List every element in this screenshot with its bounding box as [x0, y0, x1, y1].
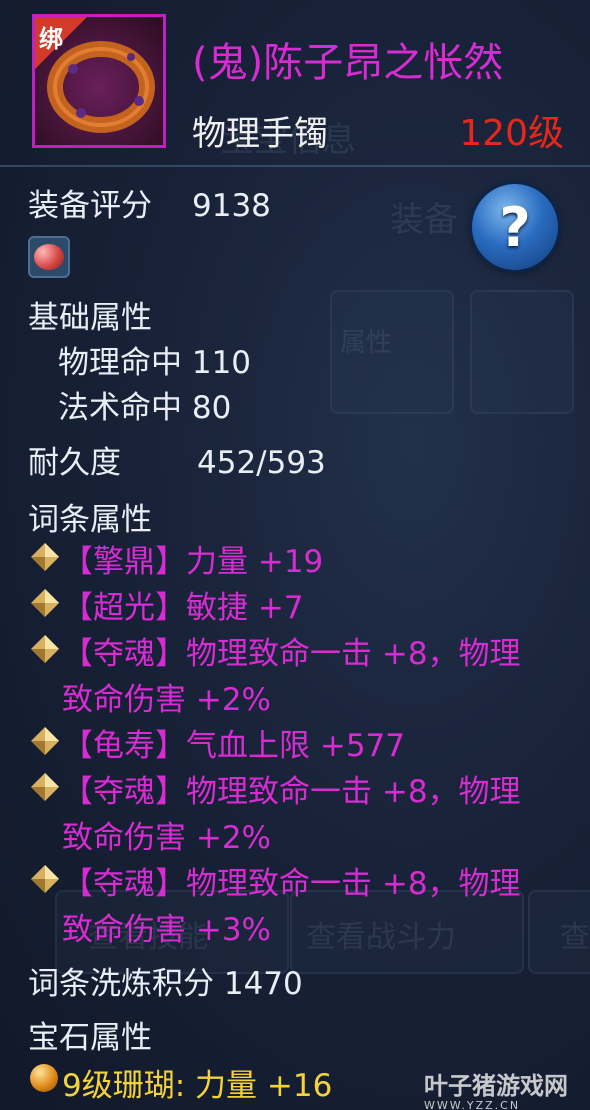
base-attributes-title: 基础属性	[28, 300, 152, 336]
affix-line: 【夺魂】物理致命一击 +8，物理	[62, 774, 521, 810]
gem-orb-icon	[30, 1064, 58, 1092]
background-text: 查	[560, 920, 590, 955]
affix-line: 【夺魂】物理致命一击 +8，物理	[62, 636, 521, 672]
item-level: 120级	[459, 113, 564, 154]
durability-value: 452/593	[197, 445, 326, 481]
diamond-bullet-icon	[31, 773, 59, 801]
gem-slot-icon[interactable]	[28, 236, 70, 278]
item-name: (鬼)陈子昂之怅然	[192, 40, 504, 86]
score-label: 装备评分	[28, 188, 152, 224]
diamond-bullet-icon	[31, 543, 59, 571]
bind-badge-label: 绑	[39, 25, 63, 53]
diamond-bullet-icon	[31, 727, 59, 755]
background-text: 属性	[340, 328, 393, 358]
refine-value: 1470	[223, 966, 303, 1002]
watermark-logo: 叶子猪游戏网 WWW.YZZ.CN	[424, 1066, 568, 1110]
gem-line: 9级珊瑚: 力量 +16	[62, 1068, 333, 1104]
affix-line: 【擎鼎】力量 +19	[62, 544, 324, 580]
diamond-bullet-icon	[31, 865, 59, 893]
durability-row: 耐久度 452/593	[28, 437, 326, 482]
diamond-bullet-icon	[31, 635, 59, 663]
equipment-tooltip: 宝宝信息 装备 属性 查看技能 查看战斗力 查 绑 (鬼)陈子昂之怅然 物理手镯…	[0, 0, 590, 1110]
help-icon: ?	[499, 195, 531, 259]
refine-row: 词条洗炼积分 1470	[28, 958, 303, 1003]
affix-line-continued: 致命伤害 +2%	[62, 820, 272, 856]
score-row: 装备评分 9138	[28, 180, 271, 225]
watermark-main: 叶子猪游戏网	[424, 1072, 568, 1100]
base-attribute-line: 法术命中 80	[58, 390, 232, 426]
item-icon-frame: 绑	[32, 14, 166, 148]
affix-line: 【超光】敏捷 +7	[62, 590, 304, 626]
background-text: 装备	[390, 200, 458, 240]
coral-gem-icon	[34, 244, 64, 270]
affix-title: 词条属性	[28, 502, 152, 538]
watermark-sub: WWW.YZZ.CN	[424, 1099, 521, 1110]
background-text: 查看战斗力	[306, 920, 456, 955]
affix-line: 【龟寿】气血上限 +577	[62, 728, 405, 764]
base-attribute-line: 物理命中 110	[58, 345, 252, 381]
durability-label: 耐久度	[28, 445, 121, 481]
tooltip-header: 绑 (鬼)陈子昂之怅然 物理手镯 120级	[0, 0, 590, 167]
refine-label: 词条洗炼积分	[28, 966, 214, 1002]
score-value: 9138	[192, 188, 271, 224]
help-button[interactable]: ?	[472, 184, 558, 270]
affix-line-continued: 致命伤害 +3%	[62, 912, 272, 948]
gem-title: 宝石属性	[28, 1020, 152, 1056]
background-slot	[470, 290, 574, 414]
affix-line: 【夺魂】物理致命一击 +8，物理	[62, 866, 521, 902]
item-type: 物理手镯	[192, 114, 328, 154]
affix-line-continued: 致命伤害 +2%	[62, 682, 272, 718]
diamond-bullet-icon	[31, 589, 59, 617]
